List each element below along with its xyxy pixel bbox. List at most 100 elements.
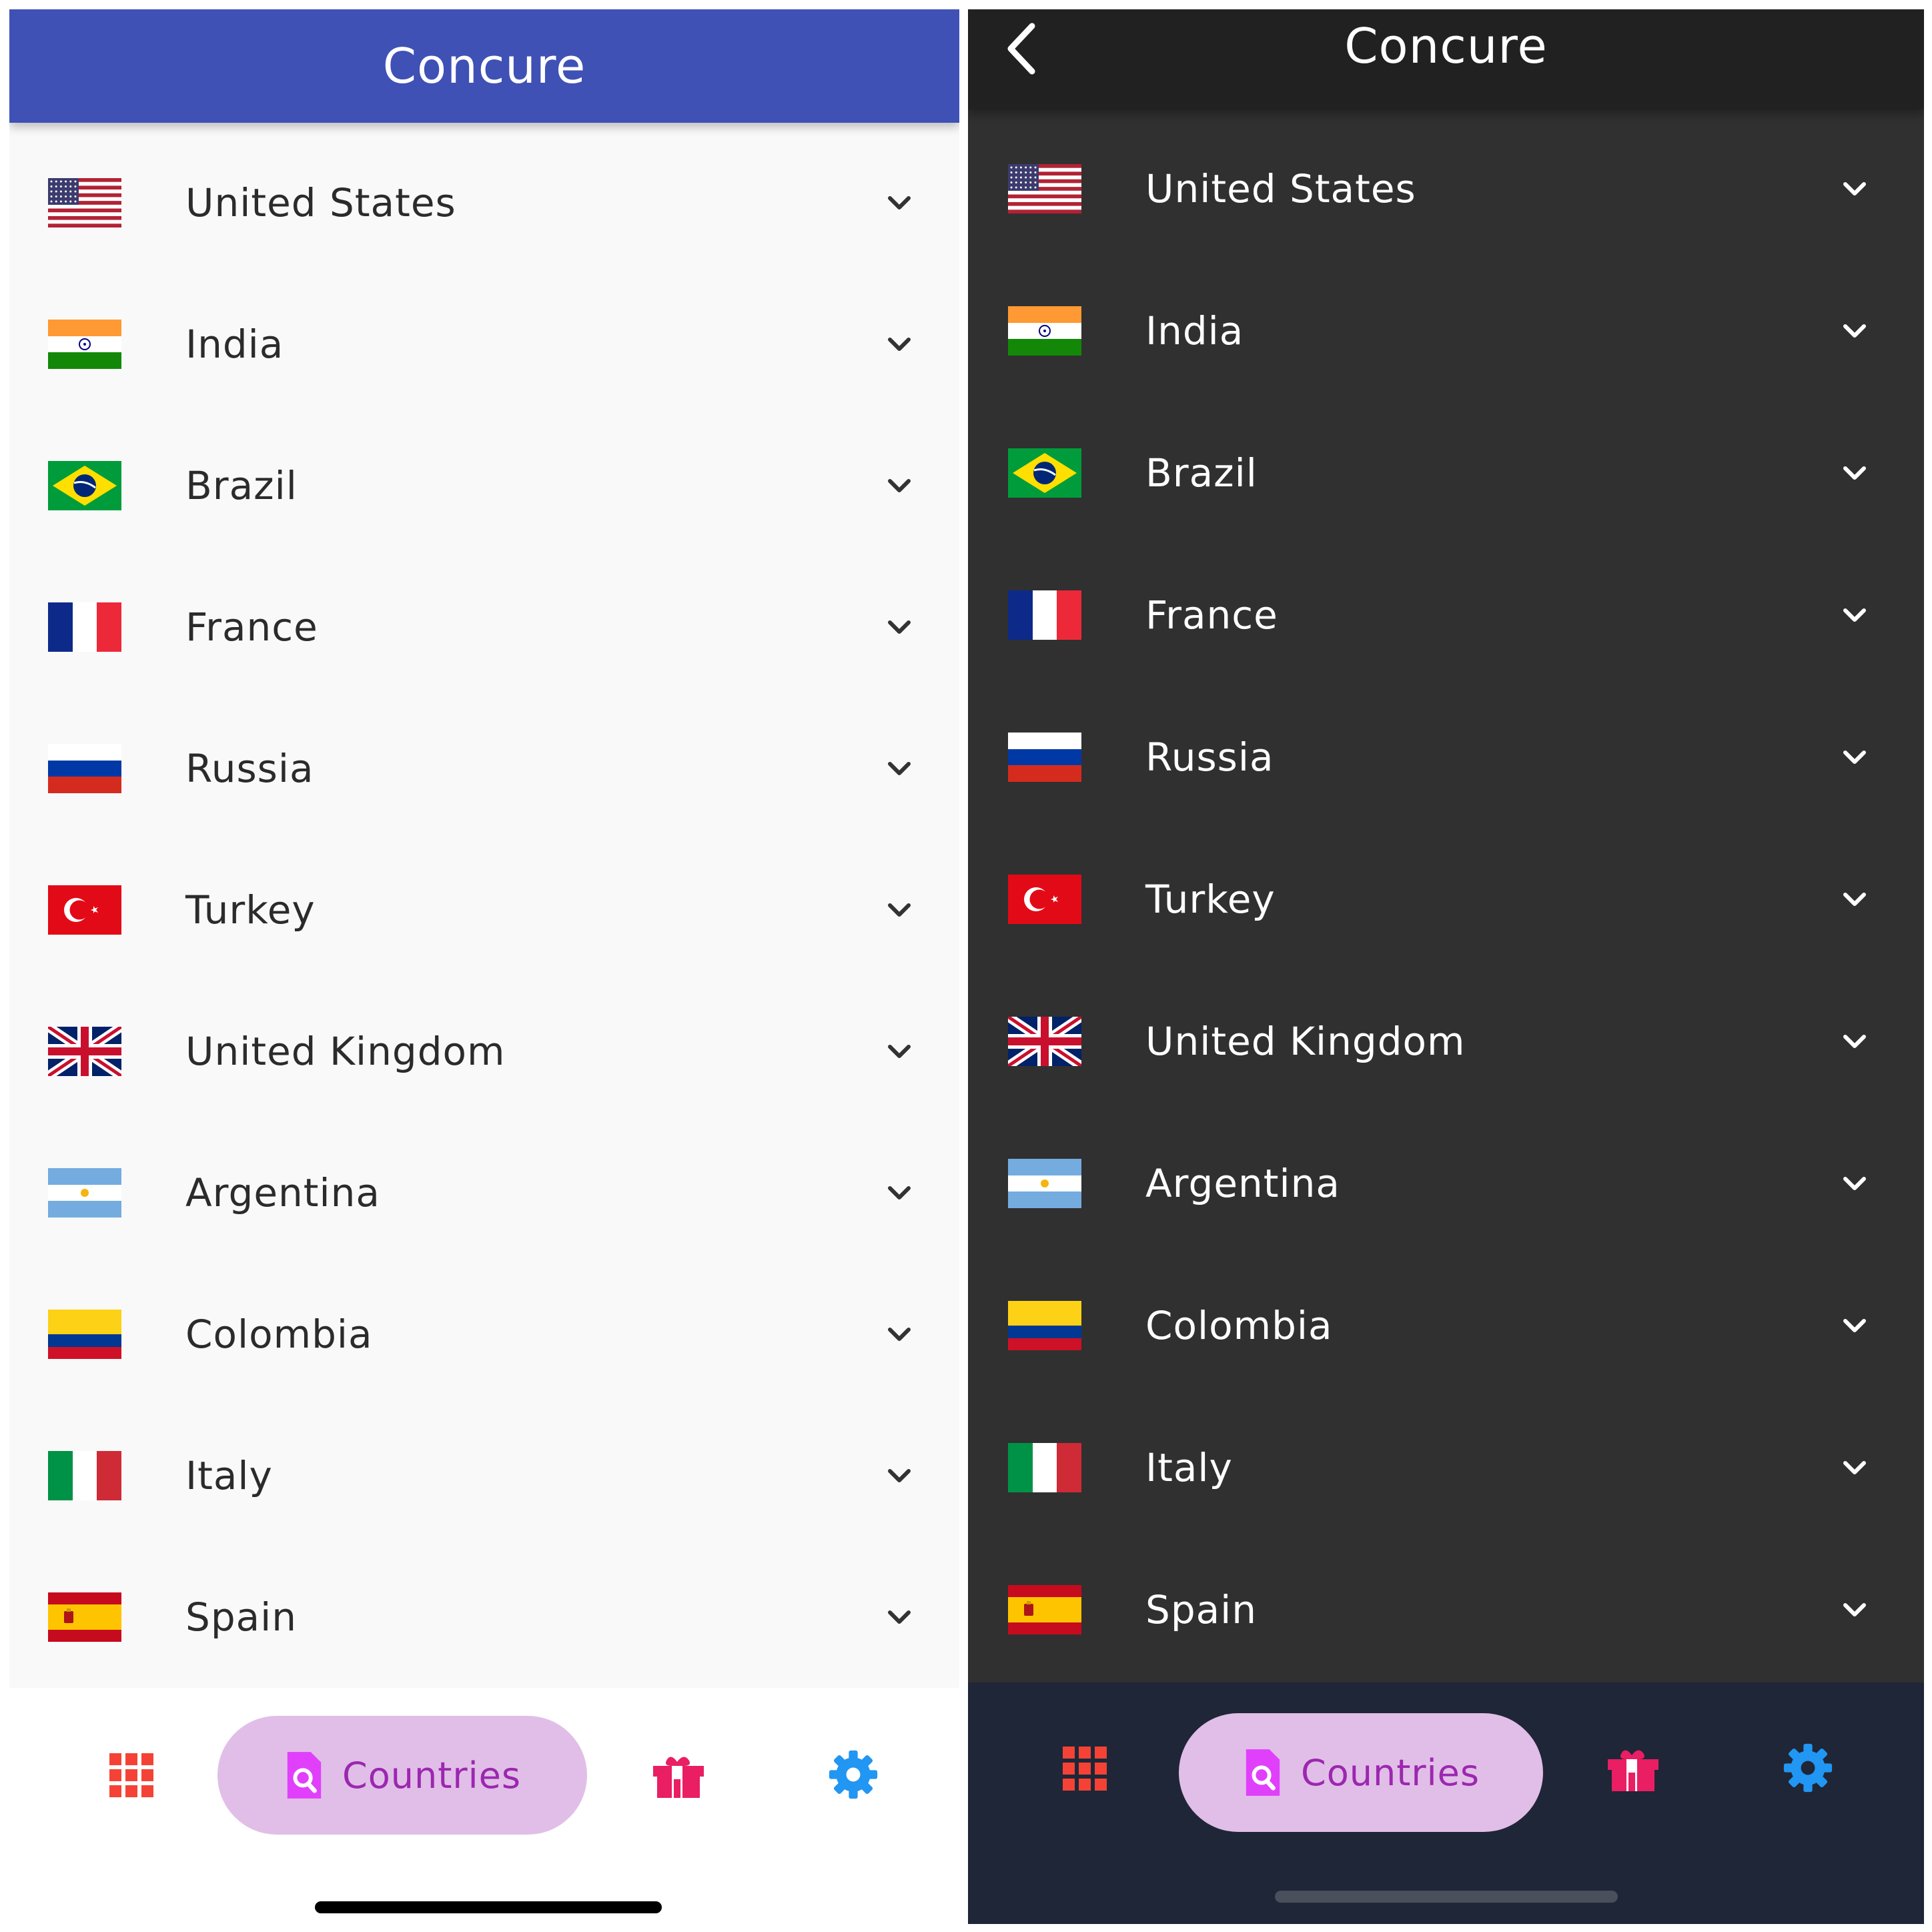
gear-icon [829, 1750, 878, 1799]
country-row[interactable]: Colombia [9, 1264, 959, 1405]
country-name: Colombia [185, 1312, 373, 1357]
country-row[interactable]: United States [9, 132, 959, 274]
chevron-down-icon[interactable] [1839, 1452, 1871, 1484]
nav-countries-label: Countries [1301, 1751, 1480, 1794]
chevron-down-icon[interactable] [1839, 1025, 1871, 1057]
country-row[interactable]: India [9, 274, 959, 415]
country-row[interactable]: Brazil [968, 402, 1924, 544]
app-title: Concure [1344, 18, 1548, 74]
chevron-down-icon[interactable] [883, 1318, 915, 1350]
colombia-flag-icon [1008, 1300, 1081, 1350]
chevron-down-icon[interactable] [883, 1177, 915, 1209]
country-row[interactable]: Argentina [9, 1122, 959, 1264]
nav-countries-button[interactable]: Countries [1179, 1713, 1543, 1832]
country-name: Italy [1145, 1444, 1233, 1490]
country-name: Turkey [185, 887, 316, 933]
app-bar: Concure [968, 9, 1924, 109]
spain-flag-icon [1008, 1584, 1081, 1634]
colombia-flag-icon [48, 1310, 121, 1359]
brazil-flag-icon [48, 461, 121, 510]
country-list: United States India Brazil France Russia Turk… [9, 132, 959, 1688]
country-row[interactable]: Turkey [968, 828, 1924, 970]
chevron-down-icon[interactable] [1839, 599, 1871, 631]
nav-grid-button[interactable] [96, 1744, 167, 1807]
chevron-down-icon[interactable] [883, 1035, 915, 1067]
app-bar: Concure [9, 9, 959, 123]
light-theme-screen: Concure United States India Brazil France Ru… [9, 9, 959, 1924]
chevron-down-icon[interactable] [1839, 173, 1871, 205]
home-indicator [1275, 1891, 1618, 1903]
country-name: Italy [185, 1453, 273, 1498]
country-row[interactable]: Brazil [9, 415, 959, 556]
chevron-down-icon[interactable] [883, 1601, 915, 1633]
country-name: United Kingdom [185, 1029, 506, 1074]
grid-icon [1063, 1747, 1107, 1791]
nav-countries-button[interactable]: Countries [217, 1716, 587, 1835]
argentina-flag-icon [48, 1168, 121, 1218]
country-row[interactable]: Italy [9, 1405, 959, 1546]
country-row[interactable]: France [968, 544, 1924, 686]
us-flag-icon [1008, 163, 1081, 213]
chevron-down-icon[interactable] [1839, 883, 1871, 915]
bottom-navigation: Countries [9, 1688, 959, 1924]
chevron-down-icon[interactable] [883, 1460, 915, 1492]
chevron-down-icon[interactable] [883, 328, 915, 360]
country-row[interactable]: Russia [9, 698, 959, 839]
chevron-down-icon[interactable] [1839, 1594, 1871, 1626]
country-name: Spain [1145, 1586, 1258, 1632]
chevron-down-icon[interactable] [1839, 1167, 1871, 1199]
chevron-left-icon [1007, 23, 1035, 75]
country-row[interactable]: Spain [968, 1538, 1924, 1680]
country-row[interactable]: Russia [968, 686, 1924, 828]
app-title: Concure [382, 38, 586, 94]
chevron-down-icon[interactable] [1839, 1310, 1871, 1342]
chevron-down-icon[interactable] [1839, 741, 1871, 773]
nav-grid-button[interactable] [1049, 1737, 1120, 1800]
chevron-down-icon[interactable] [883, 894, 915, 926]
nav-settings-button[interactable] [818, 1741, 889, 1808]
country-row[interactable]: United Kingdom [968, 970, 1924, 1112]
nav-gift-button[interactable] [1598, 1737, 1668, 1800]
gear-icon [1783, 1743, 1833, 1793]
country-name: Brazil [1145, 450, 1258, 496]
france-flag-icon [48, 602, 121, 652]
bottom-navigation: Countries [968, 1682, 1924, 1924]
brazil-flag-icon [1008, 448, 1081, 498]
chevron-down-icon[interactable] [1839, 315, 1871, 347]
chevron-down-icon[interactable] [883, 753, 915, 785]
country-row[interactable]: United States [968, 117, 1924, 260]
turkey-flag-icon [48, 885, 121, 935]
dark-theme-screen: Concure United States India Brazil France Ru… [968, 9, 1924, 1924]
chevron-down-icon[interactable] [883, 611, 915, 643]
india-flag-icon [1008, 306, 1081, 356]
argentina-flag-icon [1008, 1158, 1081, 1208]
chevron-down-icon[interactable] [883, 187, 915, 219]
italy-flag-icon [1008, 1442, 1081, 1492]
country-row[interactable]: Italy [968, 1396, 1924, 1538]
country-row[interactable]: Spain [9, 1546, 959, 1688]
uk-flag-icon [1008, 1016, 1081, 1066]
country-row[interactable]: Argentina [968, 1112, 1924, 1254]
italy-flag-icon [48, 1451, 121, 1500]
nav-gift-button[interactable] [643, 1744, 714, 1807]
india-flag-icon [48, 320, 121, 369]
search-document-icon [1246, 1749, 1280, 1796]
country-name: Brazil [185, 463, 298, 508]
russia-flag-icon [1008, 732, 1081, 782]
chevron-down-icon[interactable] [1839, 457, 1871, 489]
country-name: United States [1145, 165, 1416, 211]
back-button[interactable] [1001, 19, 1041, 79]
country-name: Russia [185, 746, 314, 791]
nav-settings-button[interactable] [1773, 1735, 1843, 1801]
country-row[interactable]: France [9, 556, 959, 698]
chevron-down-icon[interactable] [883, 470, 915, 502]
gift-icon [1608, 1750, 1658, 1791]
country-row[interactable]: Colombia [968, 1254, 1924, 1396]
country-row[interactable]: India [968, 260, 1924, 402]
gift-icon [653, 1757, 704, 1798]
country-list: United States India Brazil France Russia Turk… [968, 117, 1924, 1680]
country-row[interactable]: Turkey [9, 839, 959, 981]
search-document-icon [287, 1752, 322, 1799]
country-name: Russia [1145, 734, 1274, 780]
country-row[interactable]: United Kingdom [9, 981, 959, 1122]
